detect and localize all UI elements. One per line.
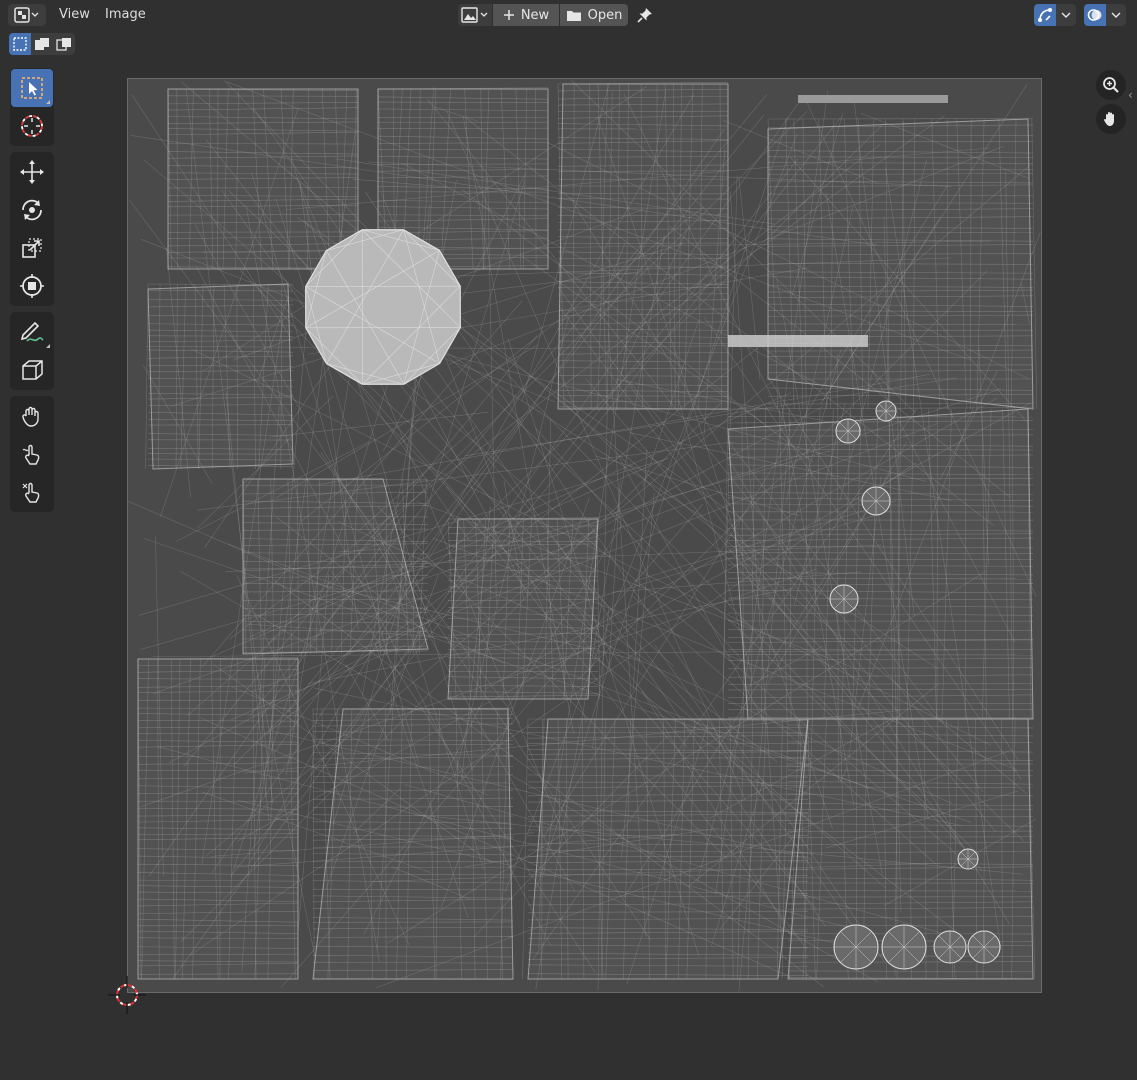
gizmo-toggle-icon	[1038, 8, 1052, 22]
image-browse-button[interactable]	[458, 4, 492, 26]
chevron-down-icon	[1061, 12, 1071, 18]
zoom-icon	[1103, 77, 1119, 93]
pin-icon	[637, 8, 652, 23]
select-box-tool[interactable]	[11, 69, 53, 107]
tool-group-select	[10, 68, 54, 146]
uv-wireframe	[128, 80, 1041, 992]
tool-group-sculpt	[10, 396, 54, 512]
tool-options-indicator	[46, 344, 50, 348]
cube-project-icon	[22, 360, 43, 380]
tool-shelf	[10, 68, 54, 518]
gizmo-toggle-button[interactable]	[1034, 4, 1056, 26]
select-box-icon	[21, 77, 43, 99]
relax-icon	[22, 444, 40, 465]
open-image-button[interactable]: Open	[560, 4, 628, 26]
select-extend-icon	[35, 38, 49, 50]
move-tool[interactable]	[11, 153, 53, 191]
chevron-down-icon	[1111, 12, 1121, 18]
cursor-icon	[21, 115, 43, 137]
rotate-tool[interactable]	[11, 191, 53, 229]
scale-icon	[22, 238, 42, 258]
open-label: Open	[587, 7, 623, 23]
gizmo-dropdown[interactable]	[1056, 4, 1076, 26]
overlay-dropdown[interactable]	[1106, 4, 1126, 26]
grab-tool[interactable]	[11, 397, 53, 435]
select-new-icon	[13, 37, 27, 51]
move-icon	[20, 160, 44, 184]
pan-gizmo[interactable]	[1096, 104, 1126, 134]
select-new-button[interactable]	[9, 33, 31, 55]
select-extend-button[interactable]	[31, 33, 53, 55]
image-browse-icon	[461, 7, 488, 23]
annotate-tool[interactable]	[11, 313, 53, 351]
transform-tool[interactable]	[11, 267, 53, 305]
overlay-toggle-icon	[1087, 9, 1102, 21]
zoom-gizmo[interactable]	[1096, 70, 1126, 100]
annotate-icon	[20, 321, 44, 342]
select-subtract-button[interactable]	[53, 33, 75, 55]
2d-cursor-icon[interactable]	[106, 974, 148, 1016]
overlay-toggle-button[interactable]	[1084, 4, 1106, 26]
pin-button[interactable]	[632, 4, 658, 26]
image-editor-header: View Image New Open	[0, 0, 1137, 30]
pan-hand-icon	[1104, 112, 1114, 126]
pinch-tool[interactable]	[11, 473, 53, 511]
uv-editor-canvas[interactable]	[127, 78, 1042, 993]
transform-icon	[20, 274, 44, 298]
rotate-icon	[22, 199, 42, 221]
cursor-tool[interactable]	[11, 107, 53, 145]
scale-tool[interactable]	[11, 229, 53, 267]
tool-group-annotate	[10, 312, 54, 390]
plus-icon	[503, 10, 514, 20]
relax-tool[interactable]	[11, 435, 53, 473]
menu-view[interactable]: View	[53, 4, 96, 26]
sidebar-collapse-icon[interactable]: ‹	[1128, 88, 1133, 102]
menu-image[interactable]: Image	[99, 4, 152, 26]
folder-icon	[566, 10, 581, 21]
pinch-icon	[22, 482, 40, 503]
tool-group-transform	[10, 152, 54, 306]
selection-mode-group	[9, 33, 75, 55]
tool-options-indicator	[46, 100, 50, 104]
select-subtract-icon	[56, 38, 71, 51]
editor-type-dropdown[interactable]	[8, 4, 46, 26]
cube-project-tool[interactable]	[11, 351, 53, 389]
new-label: New	[520, 7, 550, 23]
grab-icon	[22, 406, 39, 427]
new-image-button[interactable]: New	[493, 4, 559, 26]
image-editor-icon	[14, 7, 39, 23]
